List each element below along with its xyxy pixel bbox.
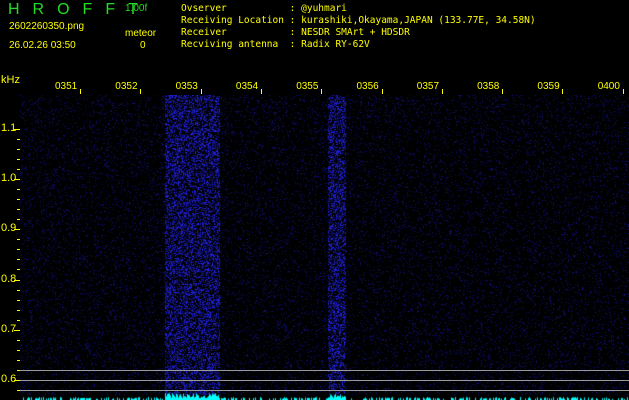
time-label: 0356 (356, 81, 379, 92)
time-label: 0352 (115, 81, 138, 92)
time-label: 0351 (55, 81, 78, 92)
info-value: NESDR SMArt + HDSDR (301, 27, 410, 38)
info-row: Receiving Location : kurashiki,Okayama,J… (181, 15, 536, 26)
unit-label: kHz (1, 74, 20, 86)
meteor-count: 0 (140, 40, 146, 51)
time-label: 0355 (296, 81, 319, 92)
info-label: Receiving Location (181, 15, 284, 26)
time-tick (622, 89, 624, 94)
hrofft-window: HROFFT 1.00f 2602260350.png 26.02.26 03:… (0, 0, 629, 400)
time-label: 0353 (175, 81, 198, 92)
filename-label: 2602260350.png (9, 21, 85, 32)
time-label: 0354 (235, 81, 259, 92)
time-tick (80, 89, 81, 94)
info-label: Receiver (181, 27, 284, 38)
time-tick (381, 89, 383, 94)
info-label: Recviving antenna (181, 39, 284, 50)
time-tick (502, 89, 504, 94)
time-label: 0358 (477, 81, 500, 92)
reference-line (20, 380, 629, 381)
meteor-label: meteor (125, 28, 157, 39)
time-tick (321, 89, 323, 94)
reference-line (20, 370, 629, 371)
time-tick (562, 89, 564, 94)
reference-line (20, 390, 629, 391)
time-tick (260, 89, 262, 94)
time-tick (140, 89, 142, 94)
time-label: 0359 (537, 81, 560, 92)
waterfall-spectrogram (20, 95, 629, 400)
info-value: @yuhmari (301, 3, 347, 14)
time-tick (441, 89, 443, 94)
info-label: Ovserver (181, 3, 284, 14)
info-row: Receiver : NESDR SMArt + HDSDR (181, 27, 410, 38)
time-tick (200, 89, 202, 94)
info-row: Ovserver : @yuhmari (181, 3, 347, 14)
info-value: kurashiki,Okayama,JAPAN (133.77E, 34.58N… (301, 15, 536, 26)
time-label: 0400 (597, 81, 620, 92)
info-value: Radix RY-62V (301, 39, 370, 50)
info-row: Recviving antenna : Radix RY-62V (181, 39, 370, 50)
version-label: 1.00f (125, 3, 148, 14)
datetime-label: 26.02.26 03:50 (9, 40, 76, 51)
time-label: 0357 (416, 81, 440, 92)
